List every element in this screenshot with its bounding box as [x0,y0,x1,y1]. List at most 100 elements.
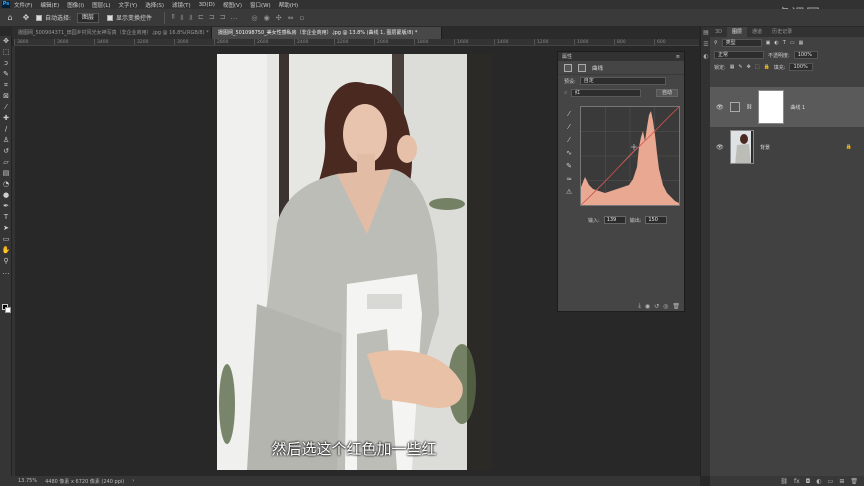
menu-select[interactable]: 选择(S) [145,1,164,9]
align-bottom-icon[interactable]: ⫫ [189,13,193,22]
menu-layer[interactable]: 图层(L) [92,1,110,9]
curve-point-icon[interactable]: ∿ [564,149,574,157]
lock-paint-icon[interactable]: ✎ [738,64,742,70]
layer-row-background[interactable]: 👁 背景 🔒 [710,127,864,167]
opacity-field[interactable]: 100% [793,51,818,59]
menu-type[interactable]: 文字(Y) [119,1,138,9]
shape-icon[interactable]: ▭ [0,234,12,245]
new-group-icon[interactable]: ▭ [828,478,834,485]
quick-select-icon[interactable]: ✎ [0,69,12,80]
zoom-icon[interactable]: ⚲ [0,256,12,267]
path-select-icon[interactable]: ➤ [0,223,12,234]
align-middle-icon[interactable]: ⫫ [180,13,184,22]
delete-layer-icon[interactable]: 🗑 [850,478,858,485]
menu-window[interactable]: 窗口(W) [250,1,271,9]
eraser-icon[interactable]: ▱ [0,157,12,168]
blur-icon[interactable]: ◔ [0,179,12,190]
view-previous-icon[interactable]: ◉ [645,303,650,310]
tab-document-2[interactable]: 摄图网_501098750_美女性感私房（非企业商用）.jpg @ 13.8% … [212,27,442,39]
more-tools-icon[interactable]: … [0,267,12,278]
hand-icon[interactable]: ✋ [0,245,12,256]
menu-view[interactable]: 视图(V) [223,1,242,9]
gray-point-eyedropper-icon[interactable]: ⁄ [564,123,574,131]
align-left-icon[interactable]: ⊏ [198,13,204,22]
stamp-icon[interactable]: ♙ [0,135,12,146]
adjustment-icon[interactable] [564,63,572,72]
channel-dropdown[interactable]: 红 [571,89,642,97]
menu-edit[interactable]: 编辑(E) [40,1,59,9]
new-layer-icon[interactable]: ⊞ [839,478,844,485]
lasso-icon[interactable]: ↄ [0,58,12,69]
menu-image[interactable]: 图像(I) [67,1,84,9]
visibility-eye-icon[interactable]: 👁 [716,104,724,111]
preset-dropdown[interactable]: 自定 [579,77,666,85]
layer-thumbnail[interactable] [730,130,754,164]
fx-icon[interactable]: fx [794,478,800,485]
show-transform-checkbox[interactable] [107,14,114,21]
fill-field[interactable]: 100% [789,63,814,71]
pencil-icon[interactable]: ✎ [564,162,574,170]
add-mask-icon[interactable]: ◘ [806,478,811,485]
marquee-icon[interactable]: ⬚ [0,47,12,58]
align-right-icon[interactable]: ⊐ [220,13,226,22]
black-point-eyedropper-icon[interactable]: ⁄ [564,110,574,118]
menu-help[interactable]: 帮助(H) [279,1,298,9]
history-brush-icon[interactable]: ↺ [0,146,12,157]
3d-slide-icon[interactable]: ⇔ [288,14,294,22]
document-photo[interactable] [217,54,492,470]
more-options-icon[interactable]: … [231,13,238,22]
brush-icon[interactable]: ∕ [0,124,12,135]
input-field[interactable]: 139 [603,216,626,224]
lock-position-icon[interactable]: ✥ [747,64,751,70]
lock-artboard-icon[interactable]: ⬚ [755,64,760,70]
auto-select-checkbox[interactable] [36,14,42,21]
menu-filter[interactable]: 滤镜(T) [172,1,191,9]
blend-mode-dropdown[interactable]: 正常 [714,51,764,59]
tab-3d[interactable]: 3D [710,27,727,37]
3d-orbit-icon[interactable]: ◎ [252,14,258,22]
status-arrow-icon[interactable]: › [132,478,134,484]
visibility-icon[interactable]: ◎ [663,303,668,310]
panel-menu-icon[interactable]: ≡ [676,54,680,60]
curves-graph[interactable] [580,106,680,206]
layer-kind-dropdown[interactable]: 类型 [721,39,762,47]
filter-shape-icon[interactable]: ▭ [790,40,795,46]
chain-link-icon[interactable]: ⛓ [746,104,752,110]
pen-icon[interactable]: ✒ [0,201,12,212]
filter-type-icon[interactable]: T [783,40,786,46]
frame-icon[interactable]: ⊠ [0,91,12,102]
hand-adjust-icon[interactable]: ☝ [564,90,567,96]
filter-adjustment-icon[interactable]: ◐ [774,40,778,46]
visibility-eye-icon[interactable]: 👁 [716,144,724,151]
align-center-icon[interactable]: ⊐ [209,13,215,22]
reset-icon[interactable]: ↺ [654,303,659,310]
auto-button[interactable]: 自动 [655,89,678,97]
dodge-icon[interactable]: ● [0,190,12,201]
layer-name[interactable]: 曲线 1 [790,104,805,111]
filter-smart-icon[interactable]: ▦ [799,40,804,46]
tab-document-1[interactable]: 摄图网_500904371_田园乡村风光女神写真（非企业商用）.jpg @ 16… [12,27,212,39]
layer-mask-thumbnail[interactable] [758,90,785,124]
auto-select-dropdown[interactable]: 图层 [77,12,100,23]
crop-icon[interactable]: ⌗ [0,80,12,91]
align-top-icon[interactable]: ⫪ [171,13,175,22]
clipping-warning-icon[interactable]: ⚠ [564,188,574,196]
menu-file[interactable]: 文件(F) [14,1,32,9]
background-color-swatch[interactable] [5,307,11,313]
tab-channels[interactable]: 通道 [747,27,767,37]
smooth-icon[interactable]: ≈ [564,175,574,183]
layer-row-curves[interactable]: 👁 ⛓ 曲线 1 [710,87,864,127]
tab-layers[interactable]: 图层 [727,27,748,37]
type-icon[interactable]: T [0,212,12,223]
3d-scale-icon[interactable]: ▫ [300,14,305,22]
gradient-icon[interactable]: ▤ [0,168,12,179]
menu-3d[interactable]: 3D(D) [199,2,215,8]
output-field[interactable]: 150 [645,216,668,224]
white-point-eyedropper-icon[interactable]: ⁄ [564,136,574,144]
move-icon[interactable]: ✥ [0,36,12,47]
mask-icon[interactable] [578,63,586,72]
new-adjustment-icon[interactable]: ◐ [816,478,821,485]
filter-pixel-icon[interactable]: ▣ [766,40,771,46]
delete-icon[interactable]: 🗑 [672,303,680,310]
clip-to-layer-icon[interactable]: ⤓ [638,302,641,310]
